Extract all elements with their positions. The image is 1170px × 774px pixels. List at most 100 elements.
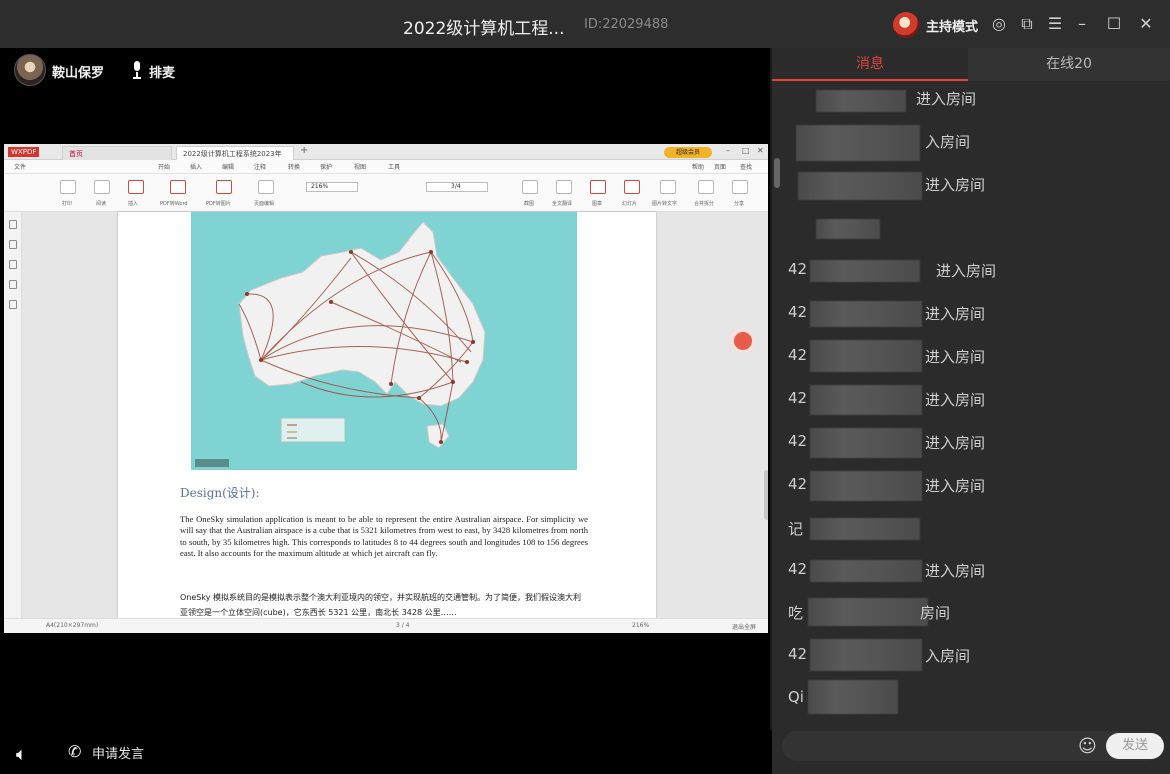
route-map-graphic xyxy=(195,221,486,467)
thumbnail-icon xyxy=(9,240,17,249)
host-avatar[interactable] xyxy=(893,12,919,38)
phone-icon[interactable]: ✆ xyxy=(68,742,81,761)
room-id: ID:22029488 xyxy=(584,17,669,32)
window-title: 2022级计算机工程... xyxy=(403,19,565,39)
pdf-tool-label: 插入 xyxy=(128,201,139,207)
australia-route-map xyxy=(191,212,577,470)
new-tab-icon: + xyxy=(300,145,309,156)
shared-screen: WXPDF 首页 2022级计算机工程系统2023年春季课程设计 + 超级会员 … xyxy=(4,144,768,633)
design-paragraph-en: The OneSky simulation application is mea… xyxy=(180,514,588,559)
tab-messages[interactable]: 消息 xyxy=(772,48,968,81)
redacted-name xyxy=(810,518,920,540)
tab-online[interactable]: 在线20 xyxy=(968,48,1170,81)
message-text: 进入房间 xyxy=(925,348,986,366)
design-heading: Design(设计): xyxy=(180,486,260,500)
chat-input[interactable]: ☺ 发送 xyxy=(782,731,1164,761)
redacted-name xyxy=(810,385,922,415)
pdf-menu-item: 注释 xyxy=(254,164,267,171)
status-page-label: 3 / 4 xyxy=(396,622,410,629)
title-bar: 2022级计算机工程... ID:22029488 主持模式 ◎ ⧉ ☰ – ☐… xyxy=(0,0,1170,48)
pdf-left-rail xyxy=(4,212,22,618)
message-prefix: 42 xyxy=(788,303,808,321)
emoji-icon[interactable]: ☺ xyxy=(1078,736,1097,757)
redacted-name xyxy=(816,90,906,112)
list-item: Qi xyxy=(788,680,898,714)
message-text: 进入房间 xyxy=(936,262,997,280)
message-prefix: 42 xyxy=(788,260,808,278)
pdf-maximize-icon: □ xyxy=(742,146,750,155)
queue-mic-button[interactable]: 排麦 xyxy=(149,62,175,81)
redacted-name xyxy=(798,172,922,200)
popout-icon[interactable]: ⧉ xyxy=(1017,14,1037,34)
menu-icon[interactable]: ☰ xyxy=(1045,14,1065,34)
pdf-status-bar: A4(210×297mm) 3 / 4 216% 退出全屏 xyxy=(4,618,768,633)
message-prefix: 42 xyxy=(788,346,808,364)
pdf-tool-label: 图片转文字 xyxy=(652,201,678,207)
redacted-name xyxy=(796,125,920,161)
settings-icon[interactable]: ◎ xyxy=(989,14,1009,34)
pdf-tool-label: 图章 xyxy=(592,201,603,207)
message-prefix: 吃 xyxy=(788,604,804,622)
pdf-toolbar: 打印 阅读 插入 PDF转Word PDF转图片 页面编辑 216% 3/4 截… xyxy=(4,174,768,212)
pdf-menu-bar: 文件 开始 插入 编辑 注释 转换 保护 视图 工具 帮助 页面 查找 xyxy=(4,160,768,174)
message-text: 入房间 xyxy=(925,647,971,665)
pdf-page: Design(设计): The OneSky simulation applic… xyxy=(118,212,656,618)
pdf-menu-item: 编辑 xyxy=(222,164,235,171)
list-item: 42 进入房间 xyxy=(788,428,985,458)
maximize-icon[interactable]: ☐ xyxy=(1104,14,1124,34)
message-prefix: 42 xyxy=(788,475,808,493)
pdf-tool-label: 阅读 xyxy=(96,201,107,207)
minimize-icon[interactable]: – xyxy=(1072,14,1092,34)
redacted-name xyxy=(808,598,928,626)
redacted-name xyxy=(810,560,922,582)
pdf-tool-label: 分享 xyxy=(734,201,745,207)
pdf-menu-item: 帮助 xyxy=(692,164,705,171)
read-icon xyxy=(94,180,110,194)
close-icon[interactable]: ✕ xyxy=(1136,14,1156,34)
message-prefix: 42 xyxy=(788,432,808,450)
message-prefix: 42 xyxy=(788,389,808,407)
pdf-tool-label: 全文翻译 xyxy=(552,201,573,207)
video-stage: 鞍山保罗 排麦 WXPDF 首页 2022级计算机工程系统2023年春季课程设计… xyxy=(0,48,770,730)
redacted-name xyxy=(816,219,880,239)
pdf-minimize-icon: – xyxy=(726,146,730,155)
search-icon xyxy=(9,300,17,309)
pdf-to-image-icon xyxy=(216,180,232,194)
list-item: 42 进入房间 xyxy=(788,385,985,415)
panel-tabs: 消息 在线20 xyxy=(772,48,1170,81)
pdf-tool-label: 打印 xyxy=(62,201,73,207)
apply-speak-button[interactable]: 申请发言 xyxy=(92,743,144,762)
list-item: 42 进入房间 xyxy=(788,471,985,501)
redacted-name xyxy=(810,639,922,671)
speaker-icon[interactable]: 🔈︎ xyxy=(16,744,27,765)
pdf-menu-item: 查找 xyxy=(740,164,753,171)
bookmark-icon xyxy=(9,220,17,229)
merge-icon xyxy=(698,180,714,194)
message-prefix: Qi xyxy=(788,688,804,706)
pdf-tool-label: 页面编辑 xyxy=(254,201,275,207)
redacted-name xyxy=(810,340,922,372)
ocr-icon xyxy=(660,180,676,194)
message-text: 进入房间 xyxy=(925,562,986,580)
host-mode-label[interactable]: 主持模式 xyxy=(926,16,978,35)
redacted-name xyxy=(810,471,922,501)
list-item: 吃 房间 xyxy=(788,598,950,626)
chat-scrollbar[interactable] xyxy=(774,158,780,188)
pdf-to-word-icon xyxy=(170,180,186,194)
presenter-avatar xyxy=(14,54,46,86)
pdf-zoom-field: 216% xyxy=(306,182,358,192)
message-prefix: 42 xyxy=(788,560,808,578)
redacted-name xyxy=(810,260,920,282)
stamp-icon xyxy=(590,180,606,194)
list-item: 记 xyxy=(788,518,920,540)
list-item: 42 进入房间 xyxy=(788,301,985,327)
message-text: 进入房间 xyxy=(925,434,986,452)
insert-icon xyxy=(128,180,144,194)
message-text: 入房间 xyxy=(925,133,971,151)
status-zoom-label: 216% xyxy=(632,622,650,629)
comment-icon xyxy=(9,260,17,269)
pdf-scrollbar xyxy=(764,470,768,520)
send-button[interactable]: 发送 xyxy=(1106,733,1164,759)
message-prefix: 42 xyxy=(788,645,808,663)
mic-icon[interactable] xyxy=(130,60,144,80)
